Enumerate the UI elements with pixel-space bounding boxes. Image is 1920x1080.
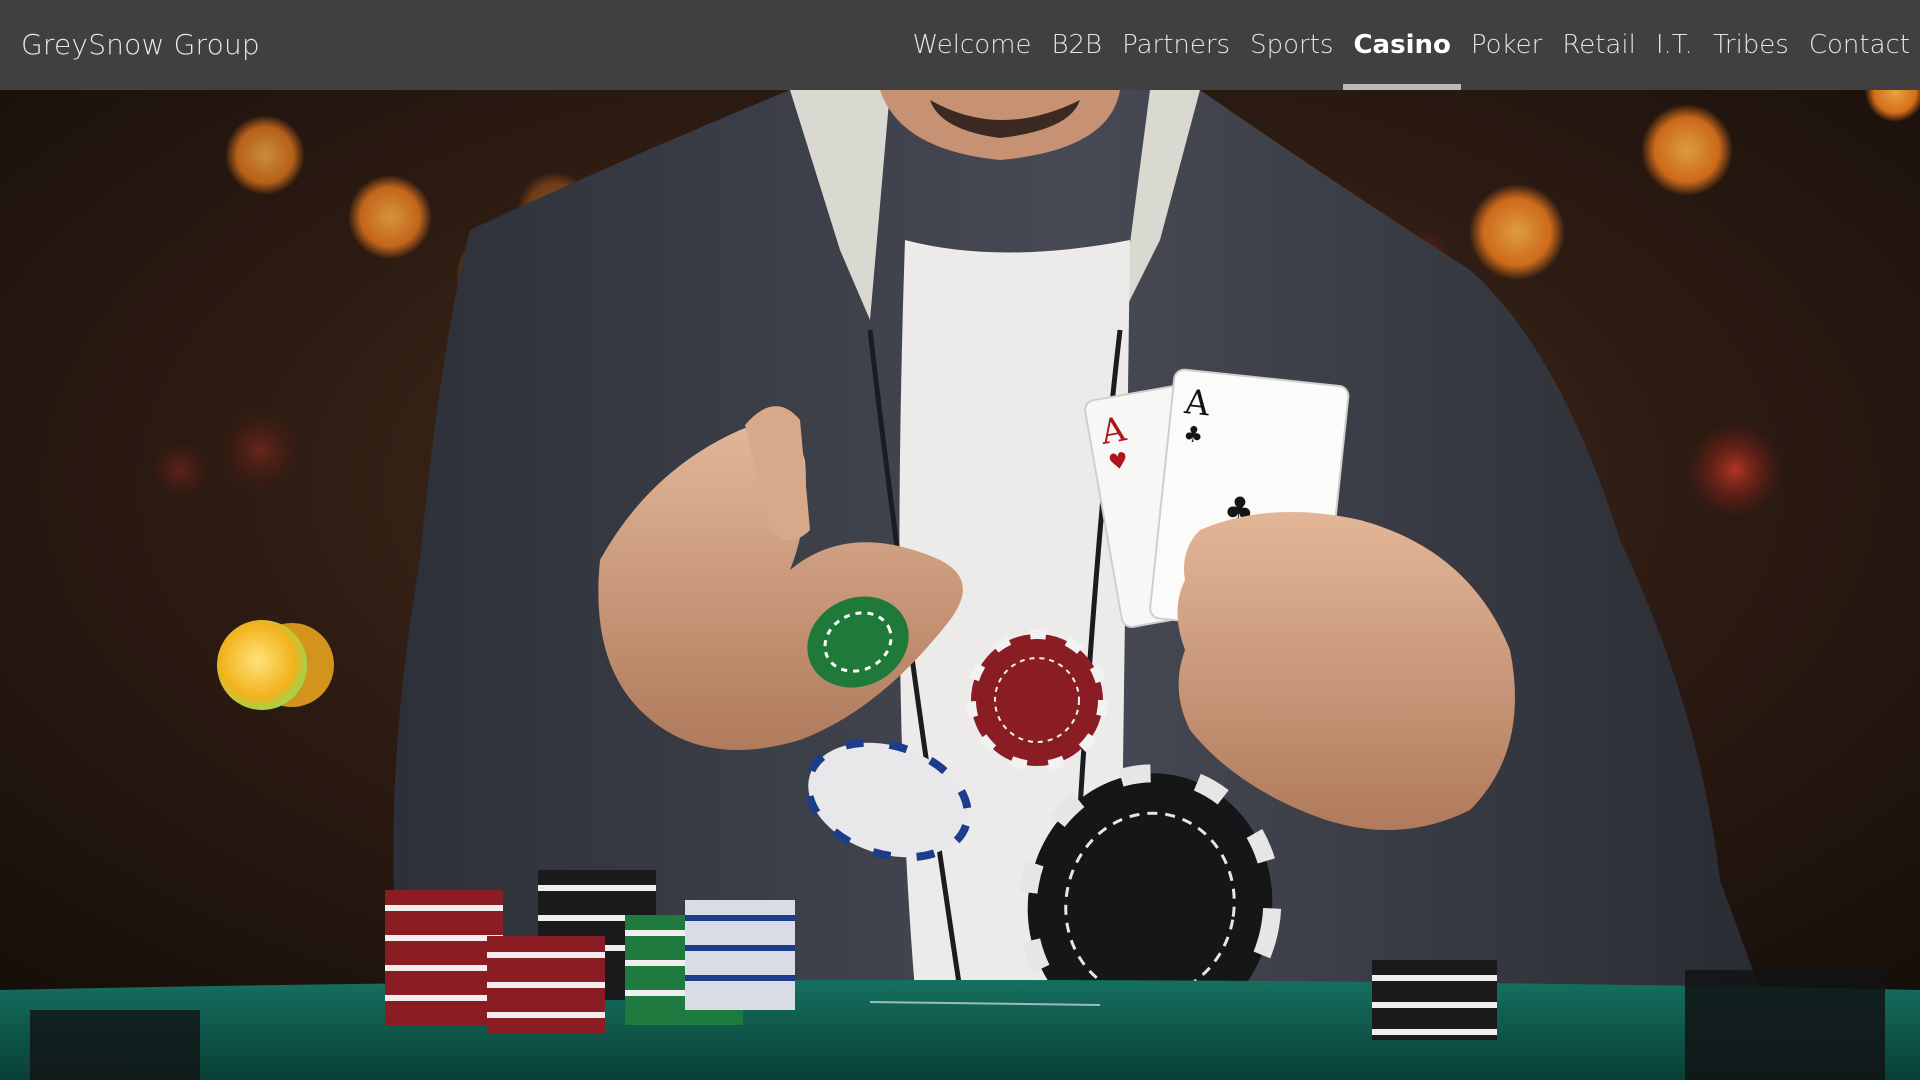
- nav-item-poker[interactable]: Poker: [1461, 0, 1552, 90]
- nav-item-sports[interactable]: Sports: [1240, 0, 1343, 90]
- card-rank-clubs: A: [1182, 382, 1212, 424]
- nav-item-contact[interactable]: Contact: [1799, 0, 1920, 90]
- svg-text:♣: ♣: [1182, 422, 1204, 449]
- brand-link[interactable]: GreySnow Group: [21, 0, 260, 90]
- stack-black-2: [1372, 960, 1497, 1040]
- stack-red-2: [487, 936, 605, 1034]
- main-nav: Welcome B2B Partners Sports Casino Poker…: [903, 0, 1920, 90]
- nav-item-casino[interactable]: Casino: [1343, 0, 1462, 90]
- stack-blue: [685, 900, 795, 1010]
- nav-item-partners[interactable]: Partners: [1112, 0, 1240, 90]
- nav-item-welcome[interactable]: Welcome: [903, 0, 1042, 90]
- nav-item-b2b[interactable]: B2B: [1041, 0, 1112, 90]
- site-header: GreySnow Group Welcome B2B Partners Spor…: [0, 0, 1920, 90]
- blurred-stack-right: [1685, 970, 1885, 1080]
- stack-red-1: [385, 890, 503, 1025]
- nav-item-tribes[interactable]: Tribes: [1703, 0, 1799, 90]
- nav-item-retail[interactable]: Retail: [1552, 0, 1645, 90]
- blurred-stack-left: [30, 1010, 200, 1080]
- poker-table-felt: [0, 980, 1920, 1080]
- nav-item-it[interactable]: I.T.: [1646, 0, 1703, 90]
- red-chip: [966, 629, 1108, 771]
- hero-image: A ♥ A ♣ ♣: [0, 90, 1920, 1080]
- poker-player-illustration: A ♥ A ♣ ♣: [0, 90, 1920, 1080]
